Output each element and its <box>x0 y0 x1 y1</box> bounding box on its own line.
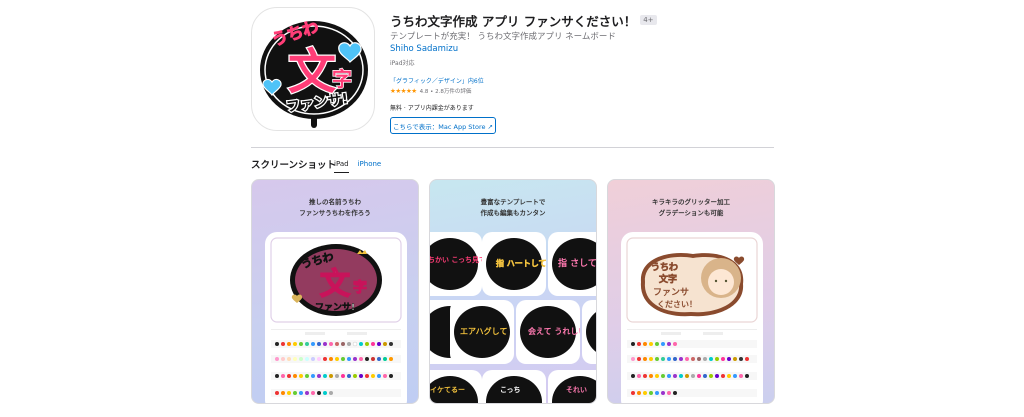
title-row: うちわ文字作成 アプリ ファンサください！ 4+ <box>390 12 790 29</box>
color-palette-rows <box>627 340 757 397</box>
art-text: ファンサ! <box>315 302 355 313</box>
tile-text: 指 ハートして <box>496 258 546 268</box>
rating-text: 4.8 • 2.8万件の評価 <box>419 89 472 95</box>
color-swatches <box>275 341 393 395</box>
rating-row: ★★★★★ 4.8 • 2.8万件の評価 <box>390 87 790 95</box>
template-tile[interactable]: イケてるー <box>430 370 482 403</box>
price-info: 無料 · アプリ内課金があります <box>390 105 474 112</box>
app-icon: うちわ 文 字 ファンサ! <box>251 7 375 131</box>
app-title: うちわ文字作成 アプリ ファンサください！ <box>390 13 637 29</box>
art-text: ファンサ <box>653 287 689 298</box>
screenshot-caption: 推しの名前うちわ ファンサうちわを作ろう <box>252 197 418 219</box>
template-tile[interactable]: それい <box>548 370 596 403</box>
tile-text: エアハグして <box>460 326 507 336</box>
app-subtitle: テンプレートが充実！ うちわ文字作成アプリ ネームボード <box>390 32 616 42</box>
category-rank-link[interactable]: 「グラフィック／デザイン」内6位 <box>390 76 790 85</box>
caption-line: グラデーションも可能 <box>658 209 724 217</box>
editor-preview: うちわ 文 字 ファンサ! <box>270 237 402 397</box>
tile-text: イケてるー <box>430 386 465 394</box>
tile-text: 指 さして <box>558 257 597 269</box>
uchiwa-icon: うちわ 文 字 ファンサ! <box>260 16 368 128</box>
icon-text-ji: 字 <box>332 67 352 91</box>
art-text: 字 <box>353 279 367 296</box>
template-tile[interactable]: エアハグして <box>450 300 514 364</box>
screenshot-1[interactable]: 推しの名前うちわ ファンサうちわを作ろう うちわ 文 字 ファンサ! <box>251 179 419 404</box>
screenshot-3[interactable]: キラキラのグリッター加工 グラデーションも可能 うちわ 文字 ファンサ ください… <box>607 179 775 404</box>
template-tile[interactable]: 指 ハートして <box>482 232 547 296</box>
tab-iphone[interactable]: iPhone <box>358 160 382 171</box>
rating-stars-icon: ★★★★★ <box>390 87 417 95</box>
screenshot-caption: 豊富なテンプレートで 作成も編集もカンタン <box>430 197 596 219</box>
caption-line: 豊富なテンプレートで <box>480 198 546 206</box>
tile-text: 会えて うれしい <box>528 326 580 336</box>
template-tile[interactable] <box>582 300 596 364</box>
template-tile[interactable]: 指 さして <box>548 232 597 296</box>
template-tile[interactable]: ちかい こっち見て! <box>429 232 489 296</box>
icon-text-moji: 文 <box>288 44 336 100</box>
tab-ipad[interactable]: iPad <box>334 160 349 173</box>
section-divider <box>251 147 774 148</box>
color-swatches <box>631 342 749 395</box>
template-tile[interactable]: 会えて うれしい <box>516 300 586 364</box>
device-frame: うちわ 文 字 ファンサ! <box>265 232 407 403</box>
caption-line: 推しの名前うちわ <box>309 198 361 206</box>
device-frame: うちわ 文字 ファンサ ください！ <box>621 232 763 403</box>
editor-preview: うちわ 文字 ファンサ ください！ <box>626 237 758 397</box>
mac-app-store-button[interactable]: こちらで表示：Mac App Store ↗ <box>390 117 496 134</box>
screenshot-caption: キラキラのグリッター加工 グラデーションも可能 <box>608 197 774 219</box>
art-text: うちわ <box>651 262 678 273</box>
template-tile[interactable]: こっち <box>482 370 546 403</box>
screenshots-heading: スクリーンショット <box>251 160 337 171</box>
art-text: 文字 <box>658 273 677 285</box>
tile-text: それい <box>566 386 587 394</box>
art-text: ください！ <box>657 300 697 309</box>
tile-text: ちかい こっち見て! <box>429 255 482 264</box>
device-tabs: iPad iPhone <box>334 160 390 173</box>
caption-line: 作成も編集もカンタン <box>480 209 546 217</box>
art-text: 文 <box>320 267 350 302</box>
screenshot-2[interactable]: 豊富なテンプレートで 作成も編集もカンタン ちかい こっち見て! 指 ハートして… <box>429 179 597 404</box>
device-compat: iPad対応 <box>390 60 415 67</box>
app-info: うちわ文字作成 アプリ ファンサください！ 4+ テンプレートが充実！ うちわ文… <box>390 12 790 134</box>
tile-text: こっち <box>500 386 521 394</box>
age-rating-badge: 4+ <box>640 15 657 25</box>
caption-line: キラキラのグリッター加工 <box>652 198 730 206</box>
caption-line: ファンサうちわを作ろう <box>299 209 371 217</box>
developer-link[interactable]: Shiho Sadamizu <box>390 44 790 54</box>
color-palette-rows <box>271 340 401 397</box>
